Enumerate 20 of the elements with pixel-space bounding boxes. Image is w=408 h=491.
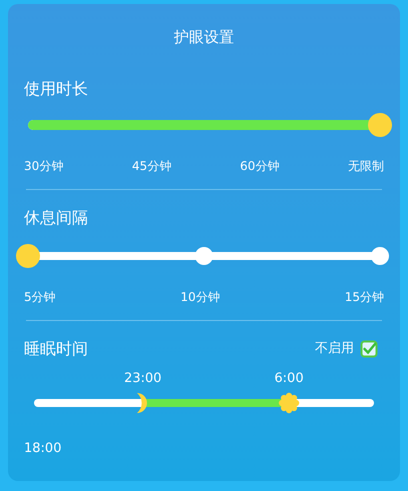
tick-label: 5分钟 [24, 288, 56, 306]
tick-label: 10分钟 [180, 288, 220, 306]
sun-icon[interactable] [278, 392, 300, 414]
section-label: 使用时长 [24, 78, 89, 100]
end-time: 6:00 [274, 370, 304, 388]
disable-label: 不启用 [315, 340, 354, 358]
tick-label: 无限制 [348, 158, 384, 174]
tick-label: 45分钟 [132, 158, 172, 174]
slider-thumb[interactable] [368, 112, 392, 136]
tick-label: 60分钟 [240, 158, 280, 174]
slider-stop [371, 246, 389, 264]
start-time: 23:00 [124, 370, 162, 388]
section-label: 睡眠时间 [24, 338, 88, 360]
slider-thumb[interactable] [16, 244, 40, 268]
tick-label: 30分钟 [24, 158, 64, 174]
section-label: 休息间隔 [24, 206, 89, 228]
tick-label: 15分钟 [344, 288, 384, 306]
checkbox[interactable] [360, 340, 378, 358]
min-time: 18:00 [24, 440, 62, 458]
dialog-title: 护眼设置 [173, 27, 235, 48]
